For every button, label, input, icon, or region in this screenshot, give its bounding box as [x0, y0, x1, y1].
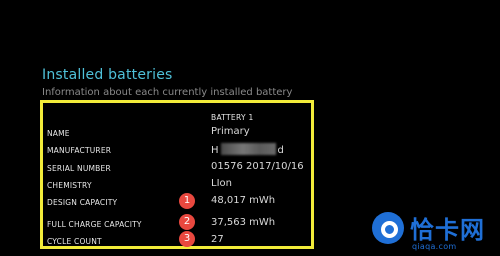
marker-2: 2	[179, 214, 195, 230]
redacted-block	[220, 143, 276, 155]
watermark-url: qiaqa.com	[412, 242, 457, 251]
label-cycle-count: CYCLE COUNT	[47, 237, 102, 246]
value-manufacturer: Hd	[211, 143, 284, 156]
label-chemistry: CHEMISTRY	[47, 181, 92, 190]
manufacturer-suffix: d	[277, 145, 284, 156]
watermark-logo-icon	[372, 212, 404, 244]
value-design-capacity: 48,017 mWh	[211, 195, 276, 206]
label-serial-number: SERIAL NUMBER	[47, 164, 111, 173]
watermark: 恰卡网 qiaqa.com	[372, 210, 496, 254]
marker-3: 3	[179, 231, 195, 247]
value-serial-number: 01576 2017/10/16	[211, 161, 304, 172]
value-chemistry: LIon	[211, 178, 232, 189]
value-name: Primary	[211, 126, 250, 137]
watermark-brand: 恰卡网	[410, 216, 485, 244]
label-manufacturer: MANUFACTURER	[47, 146, 112, 155]
label-full-charge-capacity: FULL CHARGE CAPACITY	[47, 220, 142, 229]
manufacturer-prefix: H	[211, 145, 219, 156]
value-cycle-count: 27	[211, 234, 224, 245]
section-subtitle: Information about each currently install…	[42, 87, 293, 98]
marker-1: 1	[179, 193, 195, 209]
column-header-battery-1: BATTERY 1	[211, 113, 254, 122]
value-full-charge-capacity: 37,563 mWh	[211, 217, 276, 228]
label-design-capacity: DESIGN CAPACITY	[47, 198, 118, 207]
label-name: NAME	[47, 129, 70, 138]
section-title: Installed batteries	[42, 67, 173, 83]
